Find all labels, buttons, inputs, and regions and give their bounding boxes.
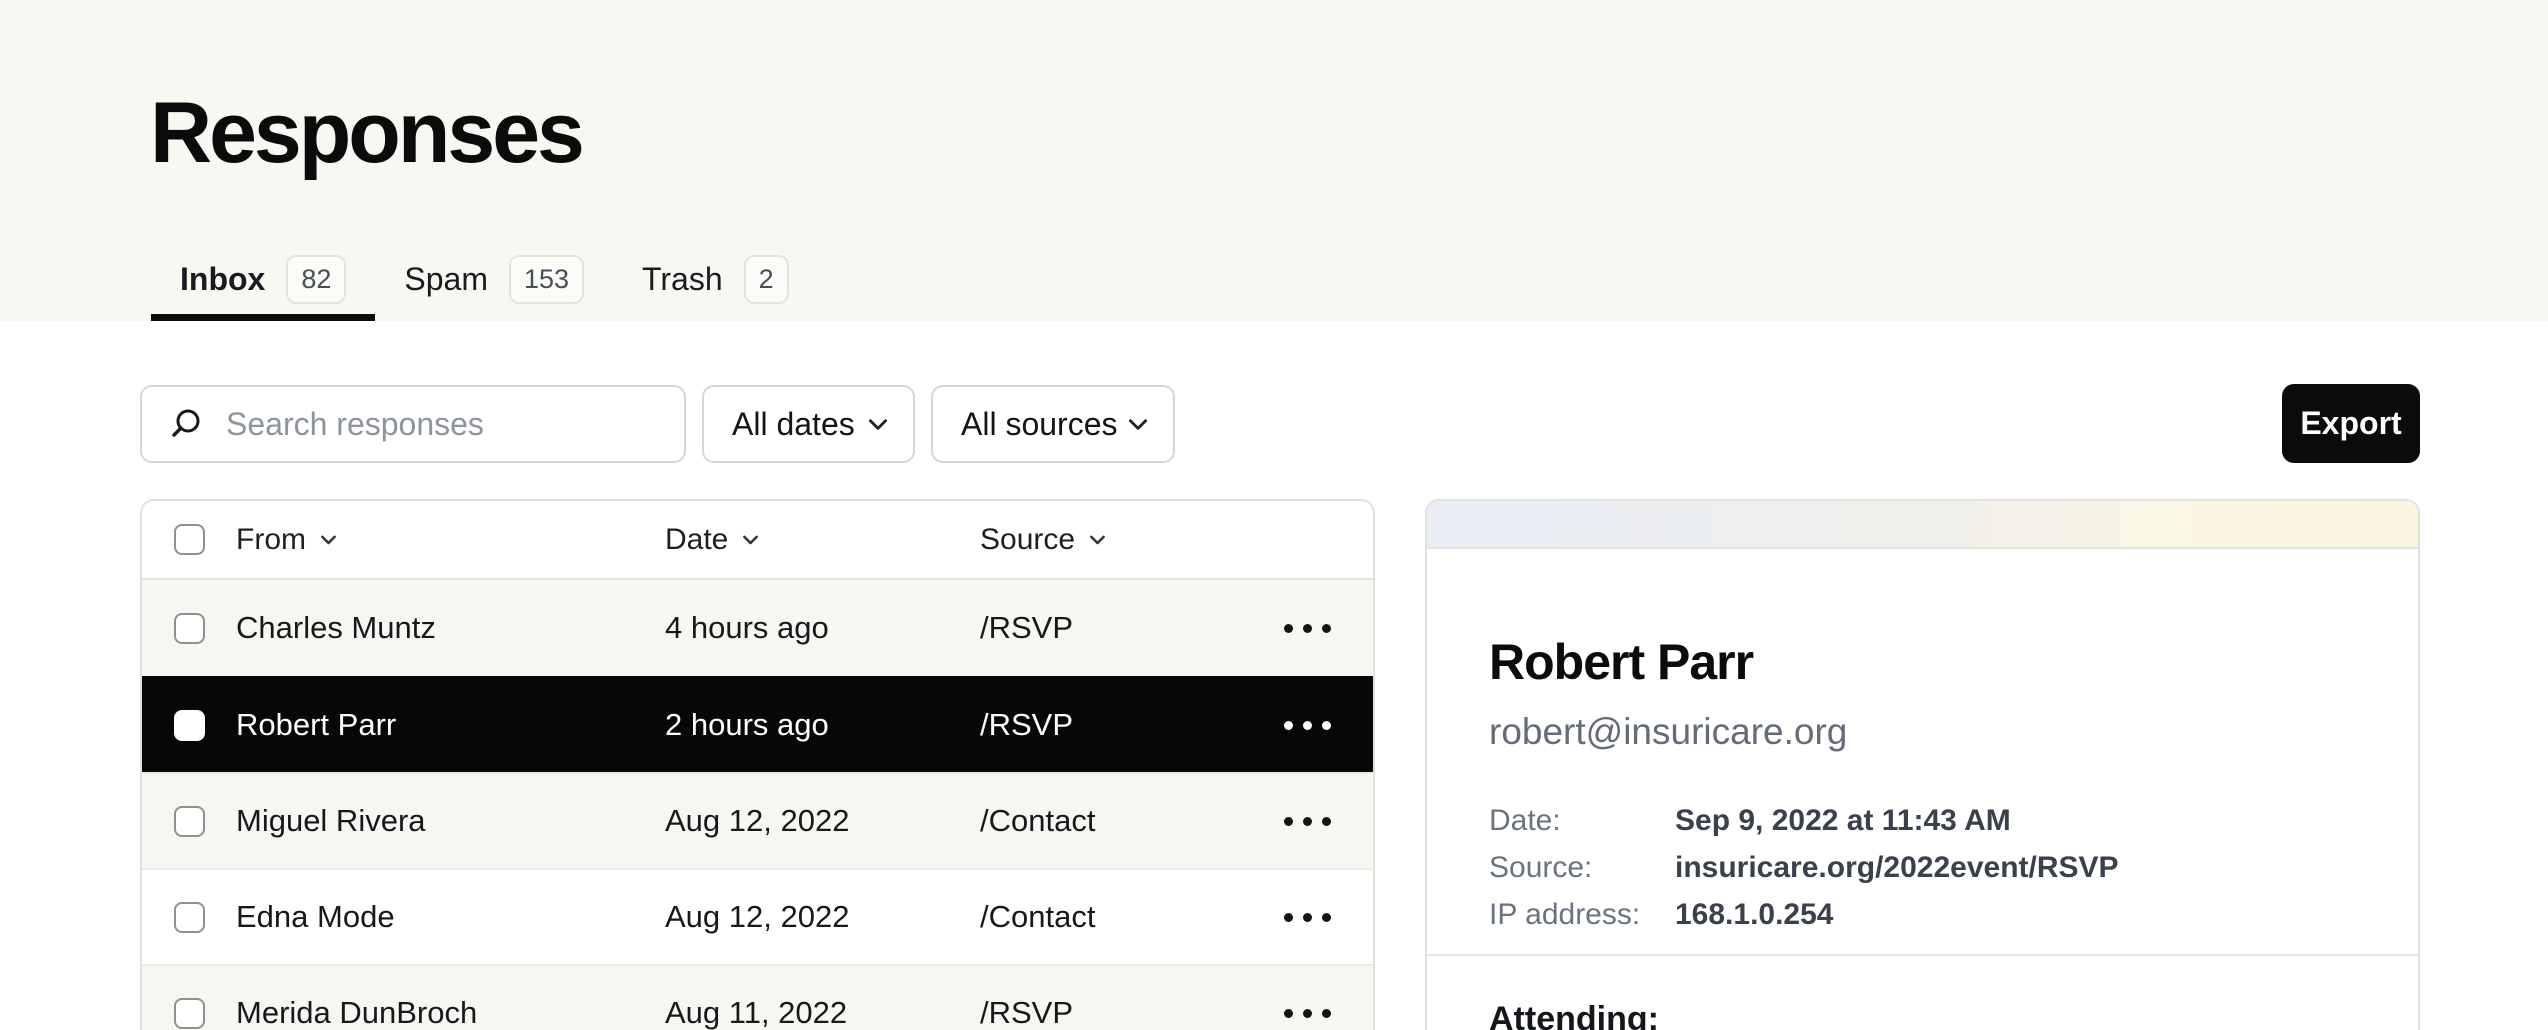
more-options-icon bbox=[1284, 721, 1331, 730]
tab-inbox[interactable]: Inbox 82 bbox=[151, 250, 375, 321]
cell-from: Charles Muntz bbox=[236, 610, 665, 646]
row-menu-button[interactable] bbox=[1274, 1003, 1341, 1024]
more-options-icon bbox=[1284, 817, 1331, 826]
detail-body: Robert Parr robert@insuricare.org Date: … bbox=[1427, 633, 2418, 1030]
table-row-selected[interactable]: Robert Parr 2 hours ago /RSVP bbox=[142, 676, 1373, 772]
tab-trash[interactable]: Trash 2 bbox=[613, 250, 818, 321]
column-header-source[interactable]: Source bbox=[980, 523, 1220, 557]
meta-row-source: Source: insuricare.org/2022event/RSVP bbox=[1489, 844, 2356, 891]
section-heading-attending: Attending: bbox=[1489, 1000, 2356, 1030]
search-box bbox=[140, 385, 686, 463]
row-menu-button[interactable] bbox=[1274, 811, 1341, 832]
row-checkbox[interactable] bbox=[174, 613, 205, 644]
inbox-tabs: Inbox 82 Spam 153 Trash 2 bbox=[151, 250, 818, 321]
tab-label: Trash bbox=[642, 261, 723, 298]
meta-row-ip: IP address: 168.1.0.254 bbox=[1489, 891, 2356, 938]
respondent-email: robert@insuricare.org bbox=[1489, 711, 2356, 753]
column-header-from[interactable]: From bbox=[236, 523, 665, 557]
table-header: From Date Source bbox=[142, 501, 1373, 580]
cell-date: Aug 12, 2022 bbox=[665, 803, 980, 839]
response-meta: Date: Sep 9, 2022 at 11:43 AM Source: in… bbox=[1489, 797, 2356, 938]
cell-from: Robert Parr bbox=[236, 707, 665, 743]
tab-count-badge: 2 bbox=[744, 255, 789, 304]
search-input[interactable] bbox=[224, 405, 660, 444]
source-filter-value: All sources bbox=[961, 406, 1118, 443]
cell-date: Aug 12, 2022 bbox=[665, 899, 980, 935]
meta-value: Sep 9, 2022 at 11:43 AM bbox=[1675, 797, 2356, 844]
chevron-down-icon bbox=[740, 529, 761, 550]
column-label: From bbox=[236, 523, 306, 557]
cell-source: /RSVP bbox=[980, 995, 1220, 1030]
cell-date: 4 hours ago bbox=[665, 610, 980, 646]
date-filter-select[interactable]: All dates bbox=[702, 385, 915, 463]
meta-value: 168.1.0.254 bbox=[1675, 891, 2356, 938]
table-row[interactable]: Charles Muntz 4 hours ago /RSVP bbox=[142, 580, 1373, 676]
respondent-name: Robert Parr bbox=[1489, 633, 2356, 691]
tab-label: Inbox bbox=[180, 261, 265, 298]
tab-count-badge: 82 bbox=[286, 255, 346, 304]
meta-label: Source: bbox=[1489, 844, 1675, 891]
more-options-icon bbox=[1284, 913, 1331, 922]
tab-label: Spam bbox=[404, 261, 488, 298]
meta-value: insuricare.org/2022event/RSVP bbox=[1675, 844, 2356, 891]
export-button[interactable]: Export bbox=[2282, 384, 2420, 463]
meta-label: Date: bbox=[1489, 797, 1675, 844]
chevron-down-icon bbox=[865, 411, 891, 437]
row-menu-button[interactable] bbox=[1274, 907, 1341, 928]
responses-table: From Date Source Charles Muntz bbox=[140, 499, 1375, 1030]
table-row[interactable]: Edna Mode Aug 12, 2022 /Contact bbox=[142, 868, 1373, 964]
meta-label: IP address: bbox=[1489, 891, 1675, 938]
chevron-down-icon bbox=[1087, 529, 1108, 550]
source-filter-select[interactable]: All sources bbox=[931, 385, 1175, 463]
cell-date: 2 hours ago bbox=[665, 707, 980, 743]
more-options-icon bbox=[1284, 624, 1331, 633]
cell-date: Aug 11, 2022 bbox=[665, 995, 980, 1030]
date-filter-value: All dates bbox=[732, 406, 855, 443]
row-checkbox[interactable] bbox=[174, 902, 205, 933]
responses-page: Responses Inbox 82 Spam 153 Trash 2 All … bbox=[0, 0, 2548, 1030]
select-all-checkbox[interactable] bbox=[174, 524, 205, 555]
row-checkbox[interactable] bbox=[174, 710, 205, 741]
chevron-down-icon bbox=[318, 529, 339, 550]
cell-source: /RSVP bbox=[980, 610, 1220, 646]
column-header-date[interactable]: Date bbox=[665, 523, 980, 557]
chevron-down-icon bbox=[1125, 411, 1151, 437]
detail-divider bbox=[1427, 954, 2418, 956]
response-detail-panel: Robert Parr robert@insuricare.org Date: … bbox=[1425, 499, 2420, 1030]
column-label: Source bbox=[980, 523, 1075, 557]
search-icon bbox=[170, 408, 202, 440]
page-title: Responses bbox=[150, 84, 582, 183]
tab-count-badge: 153 bbox=[509, 255, 584, 304]
row-menu-button[interactable] bbox=[1274, 618, 1341, 639]
cell-source: /Contact bbox=[980, 803, 1220, 839]
row-checkbox[interactable] bbox=[174, 806, 205, 837]
more-options-icon bbox=[1284, 1009, 1331, 1018]
row-menu-button[interactable] bbox=[1274, 715, 1341, 736]
meta-row-date: Date: Sep 9, 2022 at 11:43 AM bbox=[1489, 797, 2356, 844]
tab-spam[interactable]: Spam 153 bbox=[375, 250, 613, 321]
table-row[interactable]: Miguel Rivera Aug 12, 2022 /Contact bbox=[142, 772, 1373, 868]
row-checkbox[interactable] bbox=[174, 998, 205, 1029]
cell-from: Edna Mode bbox=[236, 899, 665, 935]
cell-from: Miguel Rivera bbox=[236, 803, 665, 839]
cell-from: Merida DunBroch bbox=[236, 995, 665, 1030]
detail-header-gradient bbox=[1427, 501, 2418, 549]
column-label: Date bbox=[665, 523, 728, 557]
table-row[interactable]: Merida DunBroch Aug 11, 2022 /RSVP bbox=[142, 964, 1373, 1030]
cell-source: /RSVP bbox=[980, 707, 1220, 743]
cell-source: /Contact bbox=[980, 899, 1220, 935]
